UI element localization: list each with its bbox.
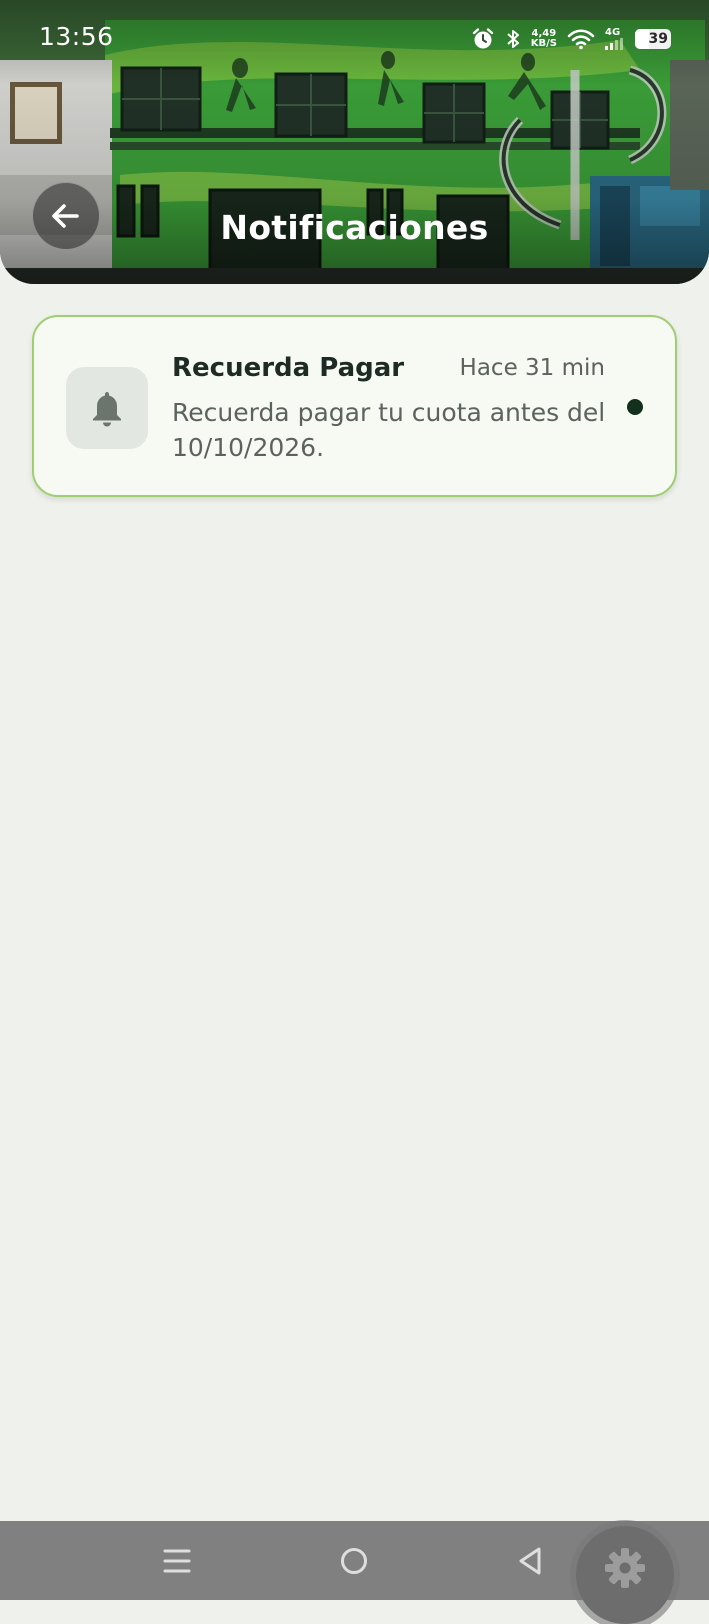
network-type: 4G (605, 27, 621, 38)
home-circle-icon (341, 1547, 367, 1574)
bluetooth-icon (505, 27, 521, 51)
notification-card[interactable]: Recuerda Pagar Hace 31 min Recuerda paga… (32, 315, 677, 497)
wifi-icon (567, 28, 595, 50)
status-time: 13:56 (39, 22, 114, 51)
network-speed: 4,49 KB/S (531, 29, 557, 49)
settings-floating-button[interactable] (576, 1526, 674, 1624)
bell-icon (93, 392, 121, 427)
network-speed-unit: KB/S (530, 38, 557, 49)
triangle-back-icon (519, 1547, 541, 1574)
page-title: Notificaciones (220, 208, 489, 247)
notification-time: Hace 31 min (459, 355, 605, 381)
battery-level: 39 (648, 31, 668, 47)
menu-icon (163, 1549, 191, 1572)
status-icons: 4,49 KB/S 4G 39 (471, 24, 671, 54)
unread-indicator (627, 399, 643, 415)
header-banner: 13:56 4,49 KB/S 4G 39 Notificaciones (0, 0, 709, 284)
back-nav-button[interactable] (490, 1521, 570, 1600)
status-bar: 13:56 4,49 KB/S 4G 39 (0, 0, 709, 80)
recent-apps-button[interactable] (137, 1521, 217, 1600)
home-button[interactable] (314, 1521, 394, 1600)
gear-icon (605, 1548, 645, 1588)
signal-bars-icon (605, 38, 623, 50)
battery-indicator: 39 (635, 29, 671, 49)
notification-body: Recuerda pagar tu cuota antes del 10/10/… (172, 398, 606, 462)
notification-icon-box (66, 367, 148, 449)
alarm-icon (471, 27, 495, 51)
battery-fill (635, 29, 649, 49)
notification-title: Recuerda Pagar (172, 353, 405, 383)
cellular-signal: 4G (605, 28, 625, 50)
